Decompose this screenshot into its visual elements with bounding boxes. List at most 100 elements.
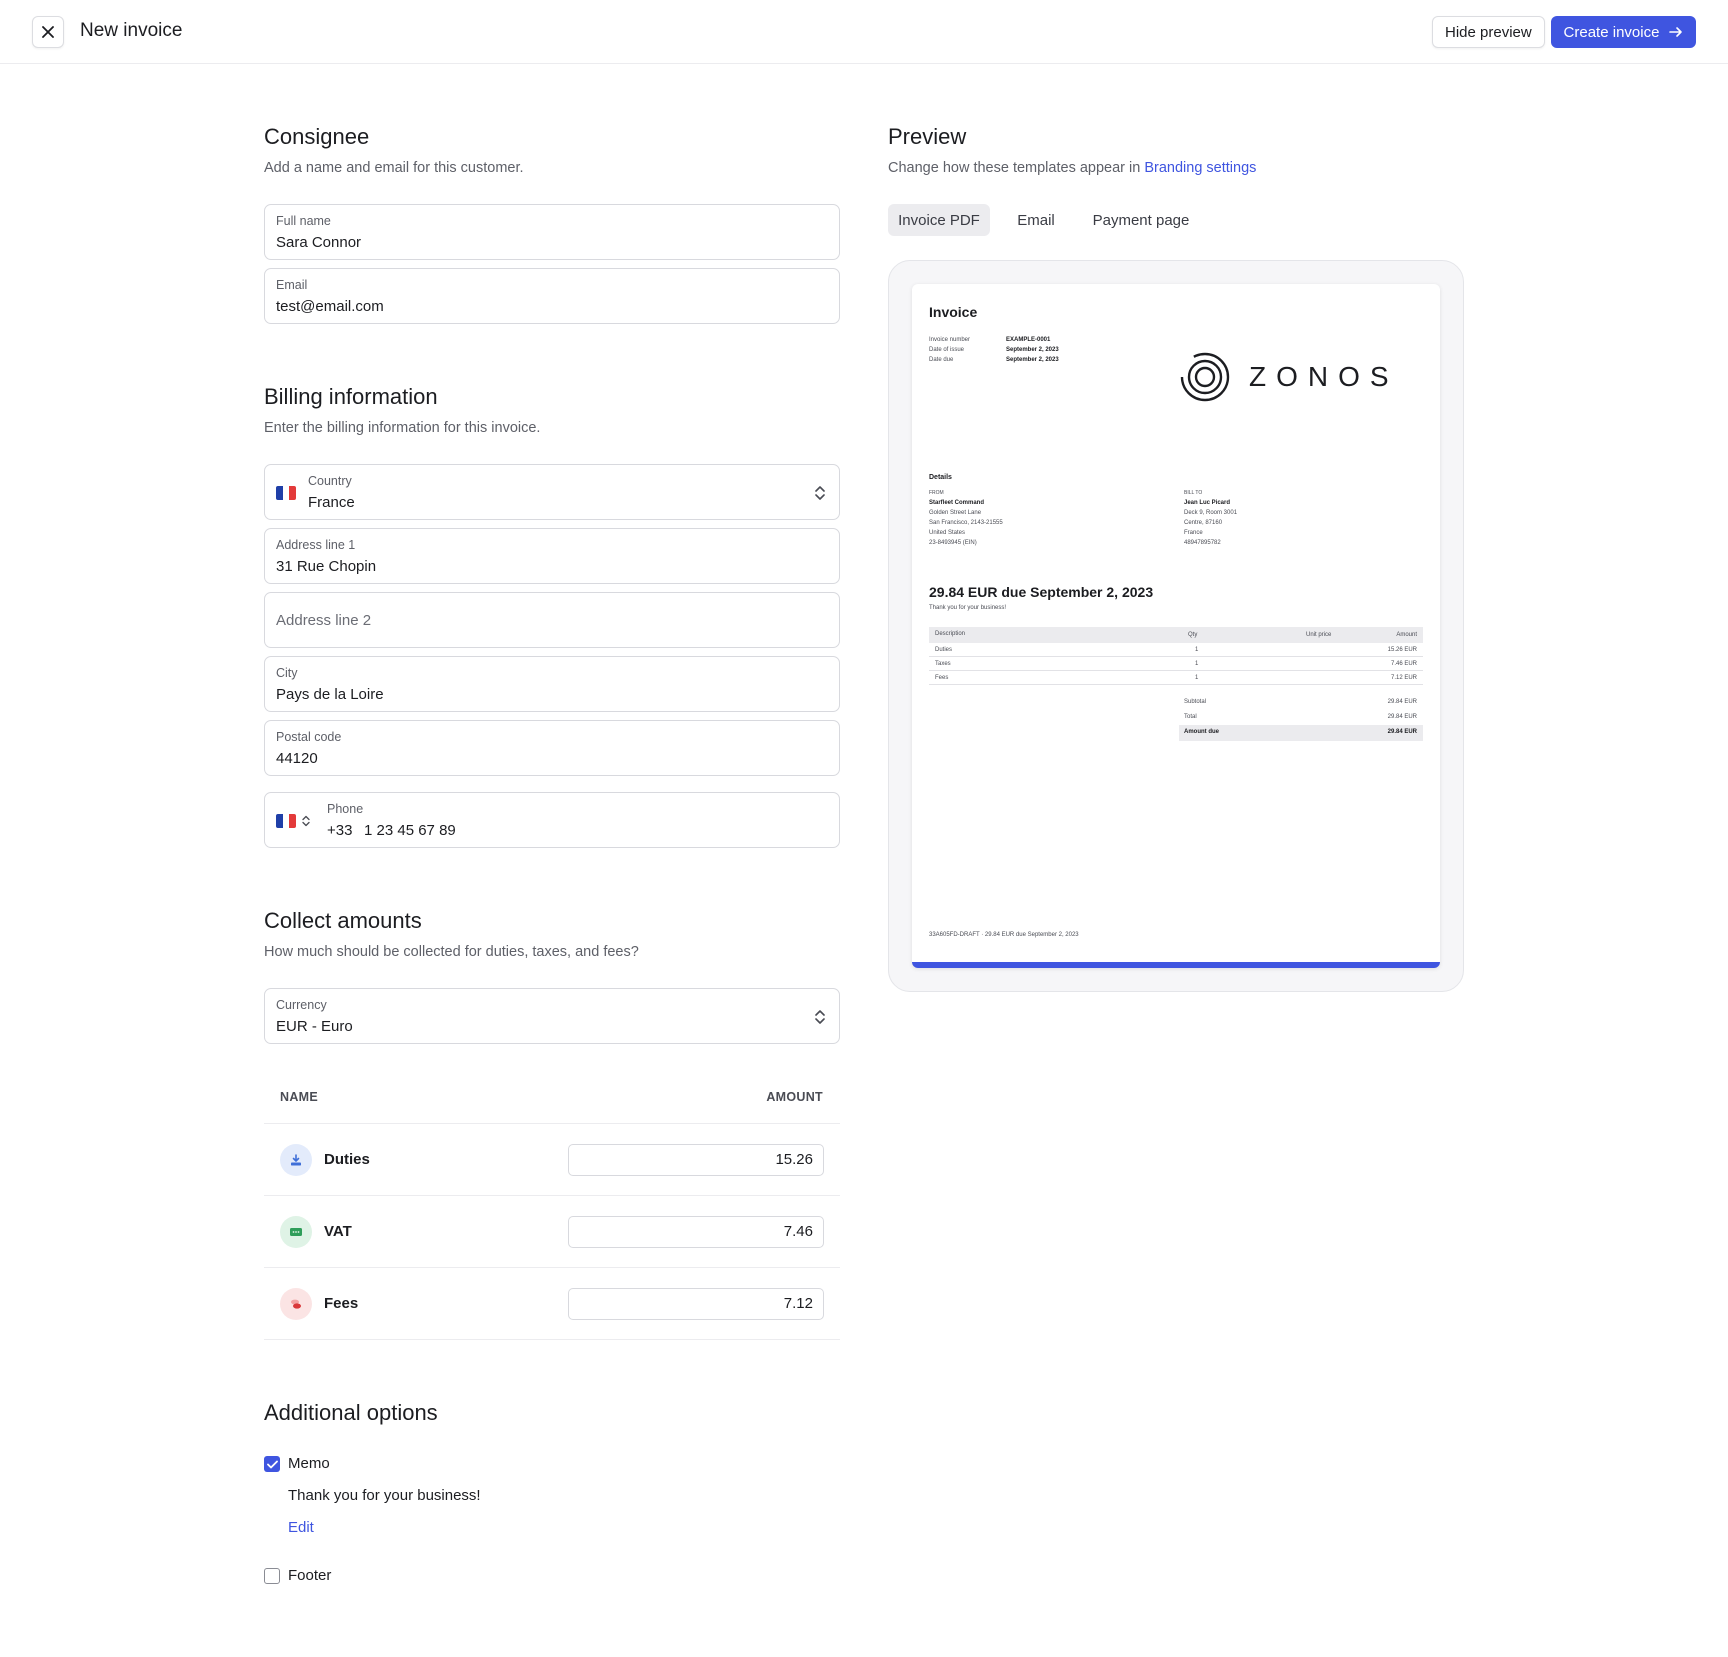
memo-checkbox[interactable] (264, 1456, 280, 1472)
table-row-amount: 7.12 EUR (1390, 675, 1417, 681)
close-button[interactable] (32, 16, 64, 48)
accent-bar (912, 962, 1440, 968)
phone-field[interactable]: Phone +33 1 23 45 67 89 (264, 792, 840, 848)
from-line: 23-8493945 (EIN) (929, 540, 977, 546)
bill-to-line: 48947895782 (1184, 540, 1221, 546)
full-name-value: Sara Connor (276, 234, 362, 251)
france-flag-icon (276, 486, 296, 500)
postal-code-label: Postal code (276, 730, 342, 744)
tab-invoice-pdf[interactable]: Invoice PDF (888, 204, 990, 236)
top-bar: New invoice Hide preview Create invoice (0, 0, 1728, 64)
tab-email[interactable]: Email (1006, 204, 1066, 236)
duties-amount-input[interactable]: 15.26 (568, 1144, 824, 1176)
billing-subtitle: Enter the billing information for this i… (264, 420, 541, 436)
preview-heading: Preview (888, 124, 967, 149)
footer-checkbox[interactable] (264, 1568, 280, 1584)
table-divider (264, 1339, 840, 1340)
chevron-up-down-icon (815, 1010, 825, 1024)
city-value: Pays de la Loire (276, 686, 384, 703)
vat-amount-input[interactable]: 7.46 (568, 1216, 824, 1248)
branding-settings-link[interactable]: Branding settings (1144, 160, 1256, 176)
receipt-icon (280, 1216, 312, 1248)
column-header-name: NAME (280, 1090, 319, 1104)
fees-amount-input[interactable]: 7.12 (568, 1288, 824, 1320)
from-line: Starfleet Command (929, 500, 985, 506)
table-divider (929, 656, 1423, 657)
from-line: United States (929, 530, 966, 536)
table-row-qty: 1 (1195, 661, 1199, 667)
footer-label: Footer (288, 1567, 332, 1584)
hide-preview-button[interactable]: Hide preview (1432, 16, 1545, 48)
amount-name-fees: Fees (324, 1295, 359, 1312)
chevron-up-down-icon (815, 486, 825, 500)
table-row-amount: 15.26 EUR (1387, 647, 1417, 653)
arrow-right-icon (1669, 27, 1683, 37)
email-field[interactable]: Email test@email.com (264, 268, 840, 324)
email-value: test@email.com (276, 298, 384, 315)
currency-select[interactable]: Currency EUR - Euro (264, 988, 840, 1044)
create-invoice-button[interactable]: Create invoice (1551, 16, 1696, 48)
bill-to-line: Centre, 87160 (1184, 520, 1223, 526)
address-line-1-field[interactable]: Address line 1 31 Rue Chopin (264, 528, 840, 584)
address-line-2-field[interactable]: Address line 2 (264, 592, 840, 648)
invoice-meta-label: Date of issue (929, 347, 965, 353)
total-value: 29.84 EUR (1387, 714, 1417, 720)
address-line-1-label: Address line 1 (276, 538, 356, 552)
table-row-qty: 1 (1195, 647, 1199, 653)
table-row-desc: Taxes (935, 661, 951, 667)
full-name-field[interactable]: Full name Sara Connor (264, 204, 840, 260)
memo-text: Thank you for your business! (288, 1487, 481, 1504)
table-header-amount: Amount (1396, 632, 1417, 638)
table-header-unit-price: Unit price (1306, 632, 1332, 638)
table-row-desc: Duties (935, 647, 953, 653)
download-box-icon (280, 1144, 312, 1176)
phone-country-picker[interactable] (276, 813, 316, 829)
create-invoice-label: Create invoice (1563, 23, 1660, 41)
invoice-meta-label: Date due (929, 357, 954, 363)
city-field[interactable]: City Pays de la Loire (264, 656, 840, 712)
preview-subtitle-text: Change how these templates appear in (888, 160, 1141, 176)
page-title: New invoice (80, 20, 183, 41)
from-label: FROM (929, 490, 944, 496)
postal-code-value: 44120 (276, 750, 318, 767)
table-row-amount: 7.46 EUR (1390, 661, 1417, 667)
zonos-logo-text: ZONOS (1249, 361, 1399, 392)
phone-country-code: +33 (327, 822, 353, 839)
memo-label: Memo (288, 1455, 330, 1472)
currency-label: Currency (276, 998, 327, 1012)
consignee-heading: Consignee (264, 124, 370, 149)
invoice-meta-value: EXAMPLE-0001 (1006, 337, 1051, 343)
city-label: City (276, 666, 298, 680)
amount-due-label: Amount due (1184, 729, 1219, 735)
table-divider (264, 1195, 840, 1196)
billing-heading: Billing information (264, 384, 438, 409)
collect-amounts-heading: Collect amounts (264, 908, 422, 933)
tab-payment-page[interactable]: Payment page (1084, 204, 1198, 236)
full-name-label: Full name (276, 214, 331, 228)
table-header-description: Description (935, 631, 966, 637)
country-select[interactable]: Country France (264, 464, 840, 520)
subtotal-label: Subtotal (1184, 699, 1207, 705)
additional-options-heading: Additional options (264, 1400, 438, 1425)
coins-icon (280, 1288, 312, 1320)
bill-to-line: Deck 9, Room 3001 (1184, 510, 1238, 516)
postal-code-field[interactable]: Postal code 44120 (264, 720, 840, 776)
invoice-doc-title: Invoice (929, 304, 978, 320)
thank-you-note: Thank you for your business! (929, 605, 1007, 611)
table-divider (929, 684, 1423, 685)
column-header-amount: AMOUNT (766, 1090, 823, 1104)
email-label: Email (276, 278, 308, 292)
consignee-subtitle: Add a name and email for this customer. (264, 160, 524, 176)
memo-edit-link[interactable]: Edit (288, 1519, 314, 1536)
collect-amounts-subtitle: How much should be collected for duties,… (264, 944, 639, 960)
bill-to-label: BILL TO (1184, 490, 1203, 496)
france-flag-icon (276, 814, 296, 828)
phone-value: 1 23 45 67 89 (364, 822, 456, 839)
details-heading: Details (929, 474, 952, 481)
address-line-1-value: 31 Rue Chopin (276, 558, 377, 575)
table-row-desc: Fees (935, 675, 949, 681)
check-icon (266, 1460, 278, 1468)
invoice-meta-value: September 2, 2023 (1006, 357, 1059, 363)
from-line: San Francisco, 2143-21555 (929, 520, 1003, 526)
country-value: France (308, 494, 355, 511)
